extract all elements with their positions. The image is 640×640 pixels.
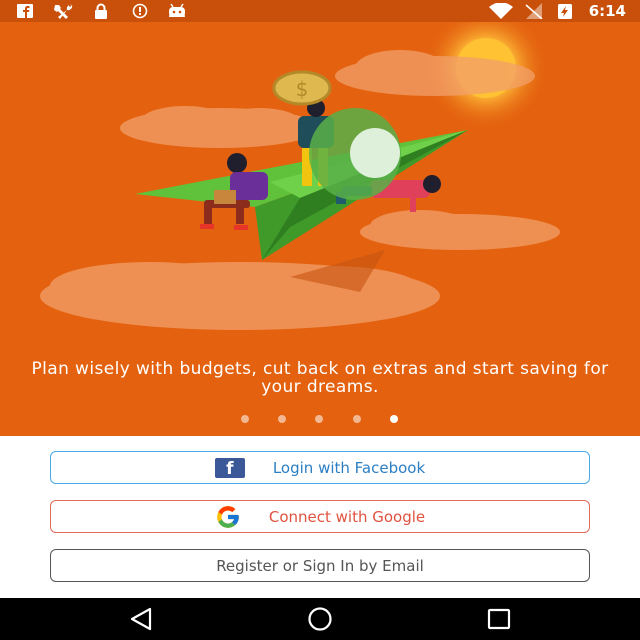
page-dot[interactable] [278,415,286,423]
page-dot[interactable] [315,415,323,423]
google-connect-label: Connect with Google [268,507,426,526]
battery-charging-icon [558,4,572,19]
back-icon[interactable] [126,606,156,632]
google-connect-button[interactable]: Connect with Google [50,500,590,533]
email-register-label: Register or Sign In by Email [216,556,424,575]
system-nav-bar [0,598,640,640]
facebook-notif-icon [17,4,33,18]
android-notif-icon [169,3,185,17]
recents-icon[interactable] [484,606,514,632]
onboarding-tagline: Plan wisely with budgets, cut back on ex… [31,359,609,397]
page-dot[interactable] [353,415,361,423]
google-icon [215,504,241,530]
status-bar: 6:14 [0,0,640,22]
tools-notif-icon [54,4,73,19]
lock-notif-icon [95,3,107,19]
email-register-button[interactable]: Register or Sign In by Email [50,549,590,582]
onboarding-hero[interactable]: $ Plan wisely with budgets, cut back on … [0,22,640,436]
facebook-icon: f [214,457,245,478]
page-dot[interactable] [241,415,249,423]
wifi-icon [489,3,513,19]
signal-icon [525,3,543,19]
facebook-login-label: Login with Facebook [272,458,426,477]
info-notif-icon [132,3,148,19]
facebook-login-button[interactable]: f Login with Facebook [50,451,590,484]
svg-text:$: $ [296,77,309,101]
home-icon[interactable] [305,606,335,632]
clock: 6:14 [588,2,626,20]
page-dot-active[interactable] [390,415,398,423]
page-indicator[interactable] [0,413,640,425]
